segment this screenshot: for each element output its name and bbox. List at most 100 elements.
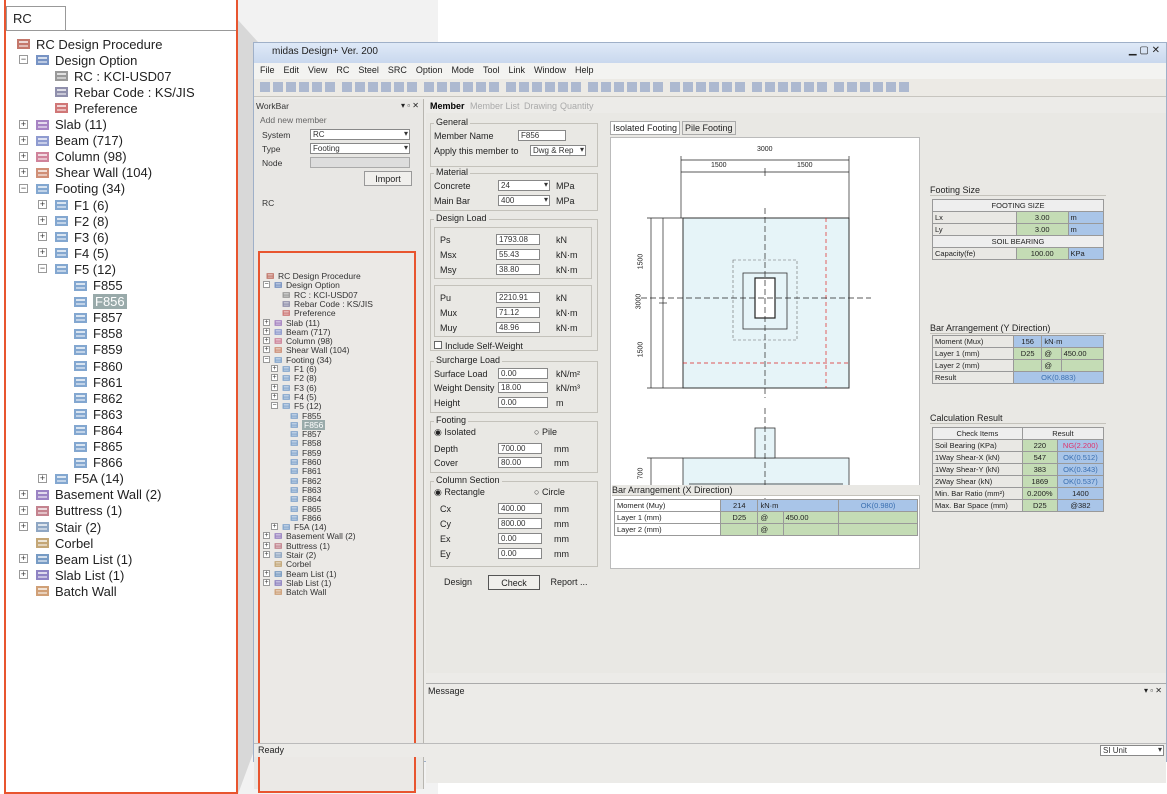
- tab-member[interactable]: Member: [430, 101, 465, 111]
- menu-mode[interactable]: Mode: [451, 65, 474, 75]
- toolbar-button[interactable]: [696, 82, 706, 92]
- muy-input[interactable]: 48.96: [496, 322, 540, 333]
- collapse-toggle-icon[interactable]: −: [263, 355, 270, 363]
- expand-toggle-icon[interactable]: +: [38, 473, 47, 483]
- toolbar-button[interactable]: [450, 82, 460, 92]
- tree-item[interactable]: + F3 (6): [38, 229, 109, 245]
- mux-input[interactable]: 71.12: [496, 307, 540, 318]
- toolbar-button[interactable]: [670, 82, 680, 92]
- tree-item[interactable]: + Beam List (1): [19, 551, 132, 567]
- expand-toggle-icon[interactable]: +: [271, 523, 278, 531]
- tree-item[interactable]: F860: [73, 358, 123, 374]
- bar-x-layer1-bar[interactable]: D25: [720, 511, 759, 524]
- tree-item[interactable]: RC : KCI-USD07: [54, 68, 172, 84]
- bar-y-layer1-bar[interactable]: D25: [1012, 347, 1043, 360]
- unit-select[interactable]: SI Unit: [1100, 745, 1164, 756]
- expand-toggle-icon[interactable]: +: [271, 392, 278, 400]
- height-input[interactable]: 0.00: [498, 397, 548, 408]
- workbar-tree-tab[interactable]: RC: [262, 198, 274, 208]
- toolbar-button[interactable]: [381, 82, 391, 92]
- menu-option[interactable]: Option: [416, 65, 443, 75]
- tree-item[interactable]: − F5 (12): [38, 261, 116, 277]
- menu-view[interactable]: View: [308, 65, 327, 75]
- tree-item[interactable]: F864: [73, 422, 123, 438]
- tree-item[interactable]: F861: [73, 374, 123, 390]
- msx-input[interactable]: 55.43: [496, 249, 540, 260]
- toolbar-button[interactable]: [394, 82, 404, 92]
- toolbar-button[interactable]: [847, 82, 857, 92]
- expand-toggle-icon[interactable]: +: [19, 135, 28, 145]
- tree-item[interactable]: F866: [73, 455, 123, 471]
- toolbar-button[interactable]: [709, 82, 719, 92]
- tree-tab-rc[interactable]: RC: [6, 6, 66, 30]
- toolbar-button[interactable]: [424, 82, 434, 92]
- expand-toggle-icon[interactable]: +: [271, 374, 278, 382]
- tree-item[interactable]: Rebar Code : KS/JIS: [54, 84, 195, 100]
- tree-item[interactable]: F865: [73, 439, 123, 455]
- isolated-radio[interactable]: ◉ Isolated: [434, 427, 476, 438]
- tree-item[interactable]: + Basement Wall (2): [19, 487, 161, 503]
- expand-toggle-icon[interactable]: +: [19, 167, 28, 177]
- lx-value[interactable]: 3.00: [1015, 211, 1069, 224]
- expand-toggle-icon[interactable]: +: [263, 346, 270, 354]
- tree-item[interactable]: + Buttress (1): [19, 503, 122, 519]
- expand-toggle-icon[interactable]: +: [263, 578, 270, 586]
- tree-item[interactable]: F855: [73, 278, 123, 294]
- tree-item[interactable]: + F5A (14): [38, 471, 124, 487]
- expand-toggle-icon[interactable]: +: [19, 522, 28, 531]
- tab-pile-footing[interactable]: Pile Footing: [682, 121, 736, 135]
- toolbar-button[interactable]: [817, 82, 827, 92]
- expand-toggle-icon[interactable]: +: [38, 232, 47, 242]
- toolbar-button[interactable]: [355, 82, 365, 92]
- toolbar-button[interactable]: [804, 82, 814, 92]
- expand-toggle-icon[interactable]: +: [263, 541, 270, 549]
- depth-input[interactable]: 700.00: [498, 443, 542, 454]
- tree-item[interactable]: F856: [73, 294, 127, 310]
- expand-toggle-icon[interactable]: +: [263, 569, 270, 577]
- toolbar-button[interactable]: [778, 82, 788, 92]
- toolbar-button[interactable]: [640, 82, 650, 92]
- menu-tool[interactable]: Tool: [483, 65, 500, 75]
- expand-toggle-icon[interactable]: +: [263, 337, 270, 345]
- tree-item[interactable]: + Column (98): [19, 149, 127, 165]
- tab-isolated-footing[interactable]: Isolated Footing: [610, 121, 681, 135]
- report-button[interactable]: Report ...: [544, 575, 594, 590]
- toolbar-button[interactable]: [342, 82, 352, 92]
- expand-toggle-icon[interactable]: +: [38, 200, 47, 209]
- tree-item[interactable]: − Design Option: [19, 52, 137, 68]
- toolbar-button[interactable]: [627, 82, 637, 92]
- tree-item[interactable]: Corbel: [35, 535, 93, 551]
- circle-radio[interactable]: ○ Circle: [534, 487, 565, 497]
- collapse-toggle-icon[interactable]: −: [271, 402, 278, 410]
- toolbar-button[interactable]: [860, 82, 870, 92]
- collapse-toggle-icon[interactable]: −: [38, 264, 47, 274]
- ly-value[interactable]: 3.00: [1015, 223, 1069, 236]
- toolbar-button[interactable]: [899, 82, 909, 92]
- expand-toggle-icon[interactable]: +: [271, 383, 278, 391]
- pile-radio[interactable]: ○ Pile: [534, 427, 557, 437]
- tab-quantity[interactable]: Quantity: [560, 101, 594, 111]
- expand-toggle-icon[interactable]: +: [19, 151, 28, 161]
- toolbar-button[interactable]: [476, 82, 486, 92]
- tree-item[interactable]: F862: [73, 390, 123, 406]
- toolbar-button[interactable]: [614, 82, 624, 92]
- tree-item[interactable]: Batch Wall: [35, 583, 117, 599]
- expand-toggle-icon[interactable]: +: [19, 119, 28, 129]
- toolbar-button[interactable]: [571, 82, 581, 92]
- cover-input[interactable]: 80.00: [498, 457, 542, 468]
- msy-input[interactable]: 38.80: [496, 264, 540, 275]
- toolbar-button[interactable]: [735, 82, 745, 92]
- toolbar-button[interactable]: [407, 82, 417, 92]
- expand-toggle-icon[interactable]: +: [263, 318, 270, 326]
- tree-item[interactable]: + F1 (6): [38, 197, 109, 213]
- type-select[interactable]: Footing: [310, 143, 410, 154]
- toolbar-button[interactable]: [873, 82, 883, 92]
- expand-toggle-icon[interactable]: +: [263, 327, 270, 335]
- collapse-toggle-icon[interactable]: −: [19, 183, 28, 193]
- workbar-controls[interactable]: ▾ ▫ ✕: [401, 101, 419, 110]
- toolbar-button[interactable]: [791, 82, 801, 92]
- self-weight-checkbox[interactable]: Include Self-Weight: [434, 341, 523, 351]
- toolbar-button[interactable]: [722, 82, 732, 92]
- menu-file[interactable]: File: [260, 65, 275, 75]
- menu-src[interactable]: SRC: [388, 65, 407, 75]
